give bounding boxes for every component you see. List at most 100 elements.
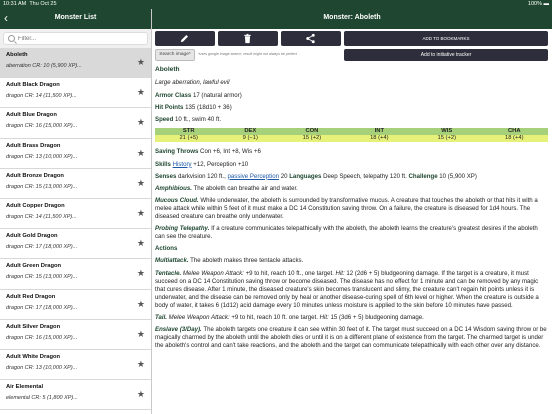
monster-item-subtitle: dragon CR: 17 (18,000 XP)... <box>6 244 78 251</box>
trait-name: Amphibious. <box>155 184 192 192</box>
action-name: Tentacle. <box>155 269 182 277</box>
image-search-note: *uses google image search, result might … <box>198 52 297 56</box>
list-item[interactable]: Adult Black Dragon dragon CR: 14 (11,500 … <box>0 78 151 109</box>
action-text: The aboleth targets one creature it can … <box>155 326 547 350</box>
monster-item-name: Adult Green Dragon <box>6 263 62 270</box>
star-icon[interactable]: ★ <box>137 57 145 67</box>
list-item[interactable]: Adult Green Dragon dragon CR: 15 (13,000 … <box>0 259 151 290</box>
ability-name: CHA <box>480 128 548 136</box>
list-item[interactable]: Adult Gold Dragon dragon CR: 17 (18,000 X… <box>0 229 151 260</box>
attack-text: +9 to hit, reach 10 ft. one target. <box>231 313 318 321</box>
monster-item-name: Adult Red Dragon <box>6 293 56 300</box>
action-text: The aboleth makes three tentacle attacks… <box>190 257 304 265</box>
monster-item-name: Aboleth <box>6 52 28 58</box>
trash-icon <box>244 33 251 44</box>
list-item[interactable]: Aboleth aberration CR: 10 (5,900 XP)... ★ <box>0 48 151 79</box>
monster-item-name: Adult Silver Dragon <box>6 323 61 330</box>
ability-name: WIS <box>413 128 481 136</box>
ability-value: 9 (−1) <box>222 135 279 143</box>
add-to-bookmarks-button[interactable]: ADD TO BOOKMARKS <box>344 31 548 46</box>
delete-button[interactable] <box>218 31 278 46</box>
battery-indicator: 100% ▬ <box>527 1 549 7</box>
trait-text: The aboleth can breathe air and water. <box>193 184 298 192</box>
trait-text: While underwater, the aboleth is surroun… <box>155 196 538 221</box>
actions-section: Multiattack. The aboleth makes three ten… <box>155 257 548 350</box>
hit-text: 15 (3d6 + 5) bludgeoning damage. <box>330 313 424 321</box>
ability-value: 18 (+4) <box>480 135 548 143</box>
list-item[interactable]: Adult Bronze Dragon dragon CR: 15 (13,000… <box>0 169 151 199</box>
passive-perception-link[interactable]: passive Perception <box>228 173 280 180</box>
saving-throws-line: Saving Throws Con +6, Int +8, Wis +6 <box>155 148 261 156</box>
list-item[interactable]: Adult White Dragon dragon CR: 13 (10,000 … <box>0 350 151 381</box>
monster-name: Aboleth <box>155 66 180 73</box>
history-link[interactable]: History <box>173 161 192 168</box>
ability-value: 15 (+2) <box>278 135 346 143</box>
edit-button[interactable] <box>155 31 215 46</box>
ability-name: INT <box>345 128 414 136</box>
trait-paragraph: Mucous Cloud. While underwater, the abol… <box>155 197 548 221</box>
status-time: 10:31 AM Thu Oct 25 <box>3 1 57 7</box>
secondary-toolbar: Search image* *uses google image search,… <box>155 49 548 62</box>
ability-value-row: 21 (+5) 9 (−1) 15 (+2) 18 (+4) 15 (+2) 18 (+4… <box>155 135 548 143</box>
senses-line: Senses darkvision 120 ft., passive Perce… <box>155 172 477 180</box>
pencil-icon <box>180 35 188 43</box>
star-icon[interactable]: ★ <box>137 117 145 127</box>
monster-list-panel: Abolethaberration CR: 10 (5,900 XP)...★A… <box>0 29 151 414</box>
ability-value: 18 (+4) <box>345 135 414 143</box>
attack-type: Melee Weapon Attack: <box>168 313 230 321</box>
monster-item-subtitle: elemental CR: 5 (1,800 XP)... <box>6 395 78 402</box>
star-icon[interactable]: ★ <box>137 208 145 218</box>
share-button[interactable] <box>281 31 341 46</box>
star-icon[interactable]: ★ <box>137 389 145 399</box>
monster-item-subtitle: dragon CR: 17 (18,000 XP)... <box>6 304 78 311</box>
add-to-initiative-button[interactable]: Add to initiative tracker <box>344 49 548 61</box>
attack-type: Melee Weapon Attack: <box>182 269 244 277</box>
star-icon[interactable]: ★ <box>137 148 145 158</box>
trait-name: Probing Telepathy. <box>155 225 210 233</box>
list-item[interactable]: Adult Red Dragon dragon CR: 17 (18,000 XP… <box>0 290 151 320</box>
monster-item-subtitle: dragon CR: 15 (13,000 XP)... <box>6 274 78 281</box>
search-icon <box>8 35 15 42</box>
monster-item-subtitle: dragon CR: 16 (15,000 XP)... <box>6 334 78 341</box>
armor-class-line: Armor Class 17 (natural armor) <box>155 92 242 100</box>
ability-value: 21 (+5) <box>155 135 223 143</box>
monster-list: Aboleth aberration CR: 10 (5,900 XP)... ★ A… <box>0 48 151 411</box>
hit-label: Hit: <box>319 313 329 321</box>
share-icon <box>306 33 315 44</box>
star-icon[interactable]: ★ <box>137 268 145 278</box>
stat-block: Aboleth Large aberration, lawful evil Ar… <box>155 66 548 354</box>
star-icon[interactable]: ★ <box>137 87 145 97</box>
status-bar: 10:31 AM Thu Oct 25 100% ▬ <box>0 0 552 9</box>
traits-section: Amphibious. The aboleth can breathe air … <box>155 185 548 242</box>
monster-type-line: Large aberration, lawful evil <box>155 79 230 87</box>
list-item[interactable]: Adult Copper Dragon dragon CR: 14 (11,500… <box>0 199 151 230</box>
monster-item-name: Adult White Dragon <box>6 353 61 360</box>
monster-item-name: Adult Copper Dragon <box>6 202 65 209</box>
list-title: Monster List <box>54 14 97 21</box>
action-paragraph: Tail. Melee Weapon Attack: +9 to hit, re… <box>155 314 548 322</box>
actions-heading: Actions <box>155 245 178 253</box>
skills-line: Skills History +12, Perception +10 <box>155 160 249 168</box>
star-icon[interactable]: ★ <box>137 299 145 309</box>
star-icon[interactable]: ★ <box>137 359 145 369</box>
image-search-button[interactable]: Search image* <box>155 49 195 61</box>
filter-input[interactable] <box>18 34 138 44</box>
monster-item-subtitle: dragon CR: 16 (15,000 XP)... <box>6 123 78 130</box>
star-icon[interactable]: ★ <box>137 238 145 248</box>
list-item[interactable]: Adult Blue Dragon dragon CR: 16 (15,000 X… <box>0 108 151 139</box>
star-icon[interactable]: ★ <box>137 329 145 339</box>
speed-line: Speed 10 ft., swim 40 ft. <box>155 116 222 124</box>
action-paragraph: Tentacle. Melee Weapon Attack: +9 to hit… <box>155 270 548 310</box>
monster-item-name: Adult Brass Dragon <box>6 142 61 149</box>
action-name: Tail. <box>155 313 167 321</box>
monster-item-name: Adult Bronze Dragon <box>6 172 64 179</box>
ability-name: DEX <box>222 128 279 136</box>
list-item[interactable]: Air Elemental elemental CR: 5 (1,800 XP).… <box>0 380 151 411</box>
star-icon[interactable]: ★ <box>137 178 145 188</box>
action-name: Enslave (3/Day). <box>155 326 202 334</box>
split-divider <box>151 9 152 414</box>
list-item[interactable]: Adult Silver Dragon dragon CR: 16 (15,000… <box>0 320 151 350</box>
list-item[interactable]: Adult Brass Dragon dragon CR: 13 (10,000 … <box>0 139 151 169</box>
monster-item-subtitle: dragon CR: 13 (10,000 XP)... <box>6 153 78 160</box>
monster-item-subtitle: dragon CR: 13 (10,000 XP)... <box>6 364 78 371</box>
